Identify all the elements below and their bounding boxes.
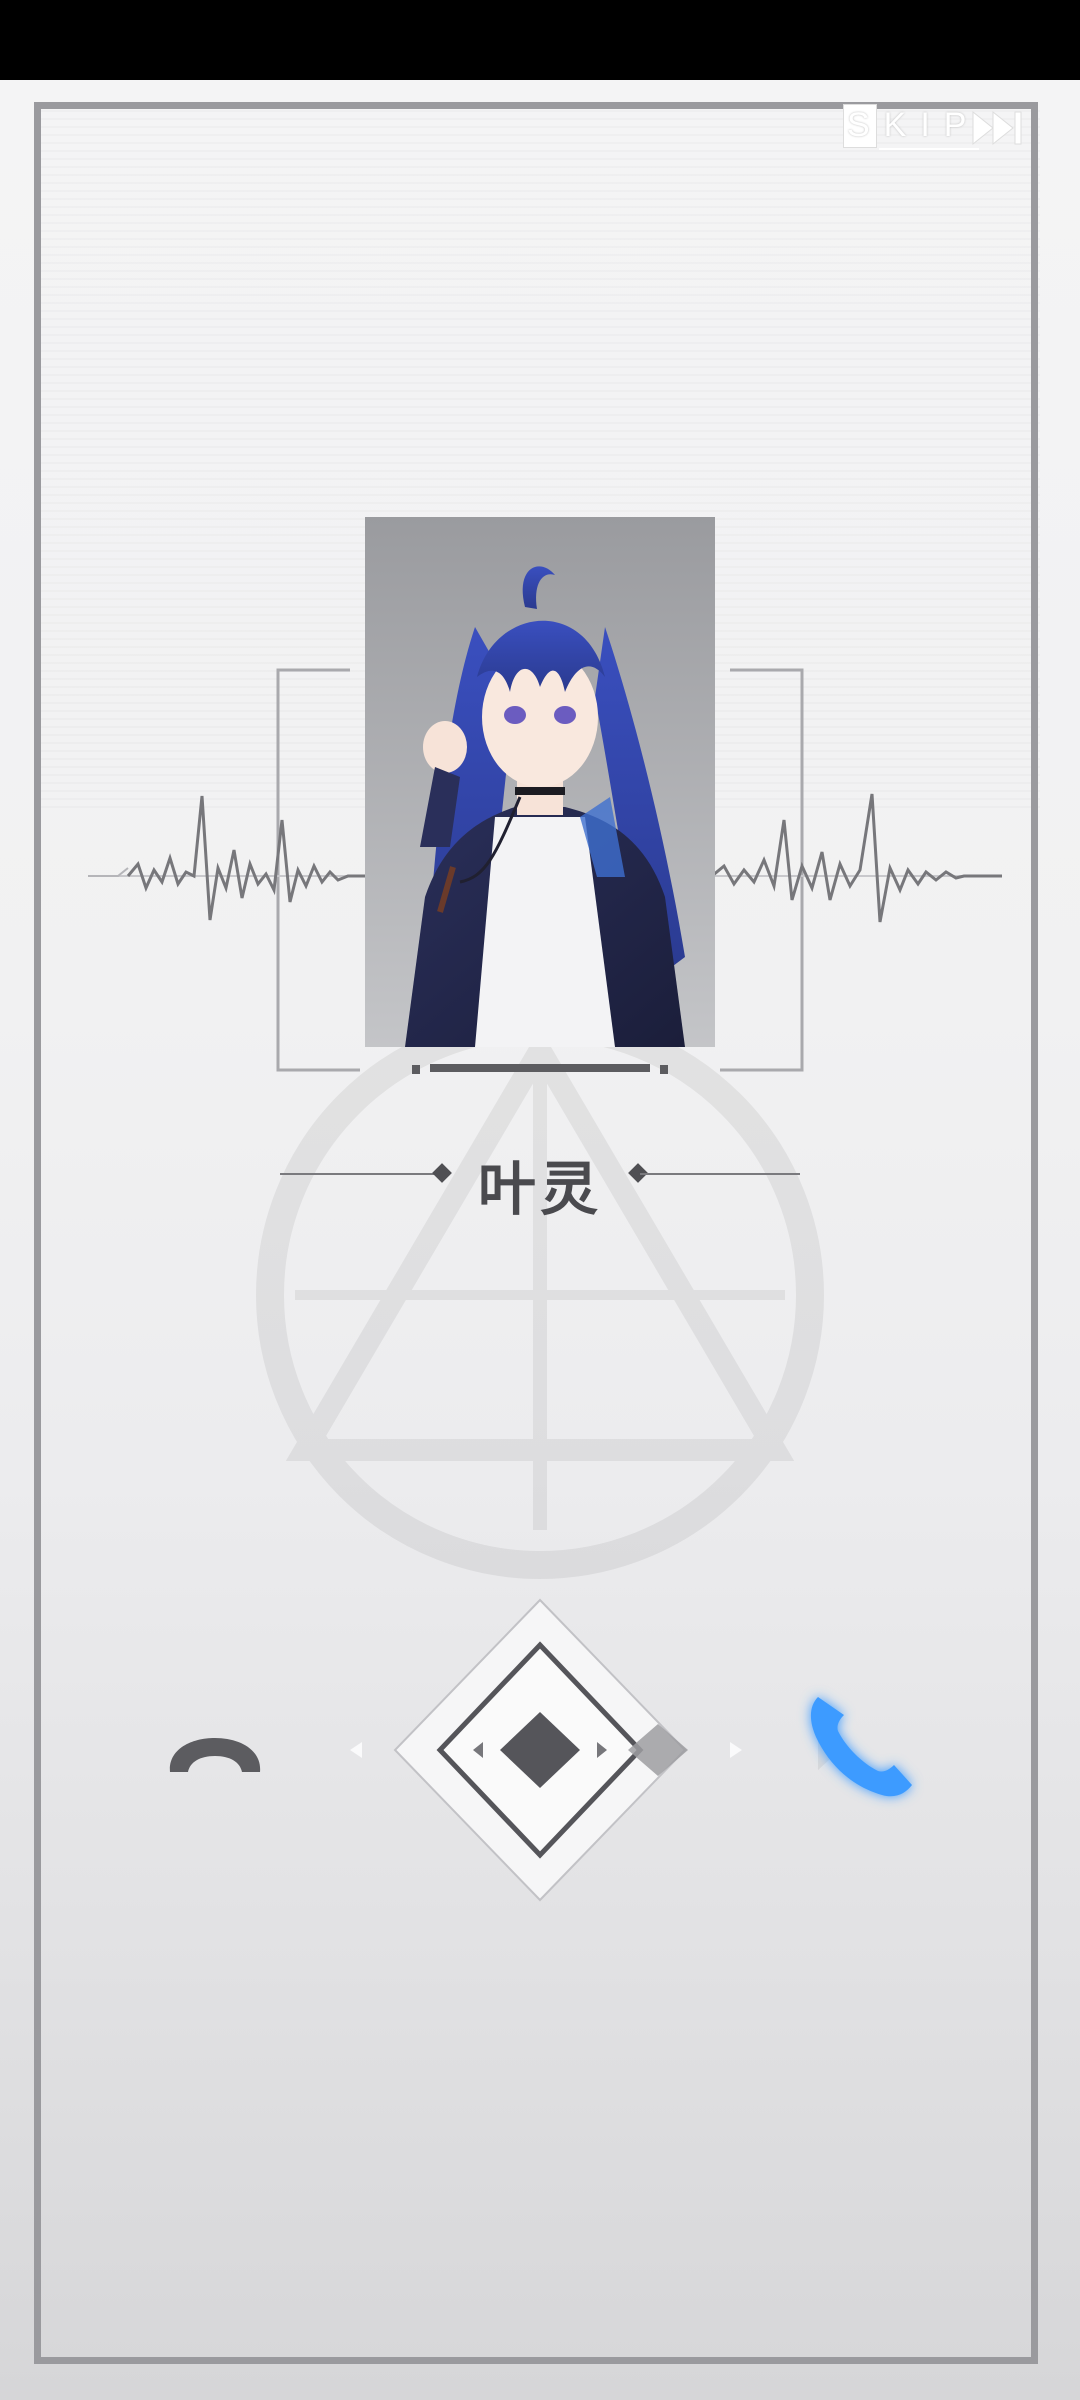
- decline-call-button[interactable]: [150, 1700, 280, 1800]
- name-divider-right: [640, 1173, 800, 1175]
- caller-name-row: 叶灵: [270, 1130, 810, 1223]
- call-answer-slider: [150, 1580, 930, 1920]
- status-bar: [0, 0, 1080, 80]
- audio-waveform-left: [88, 795, 368, 921]
- character-illustration: [405, 566, 685, 1047]
- caller-name: 叶灵: [477, 1155, 602, 1223]
- caller-portrait: [365, 517, 715, 1047]
- skip-label: SKIP: [847, 106, 981, 144]
- phone-hangup-icon: [169, 1738, 261, 1772]
- diamond-slider-icon: [393, 1598, 688, 1902]
- background-emblem: [256, 1011, 824, 1579]
- incoming-call-screen: SKIP 叶灵: [0, 80, 1080, 2400]
- audio-waveform-right: [712, 793, 1002, 923]
- accept-call-button[interactable]: [790, 1675, 930, 1815]
- skip-button[interactable]: SKIP: [843, 104, 1029, 152]
- phone-icon: [810, 1697, 912, 1797]
- fast-forward-icon: [972, 110, 1022, 146]
- skip-underline: [879, 148, 979, 150]
- slider-knob[interactable]: [390, 1590, 690, 1910]
